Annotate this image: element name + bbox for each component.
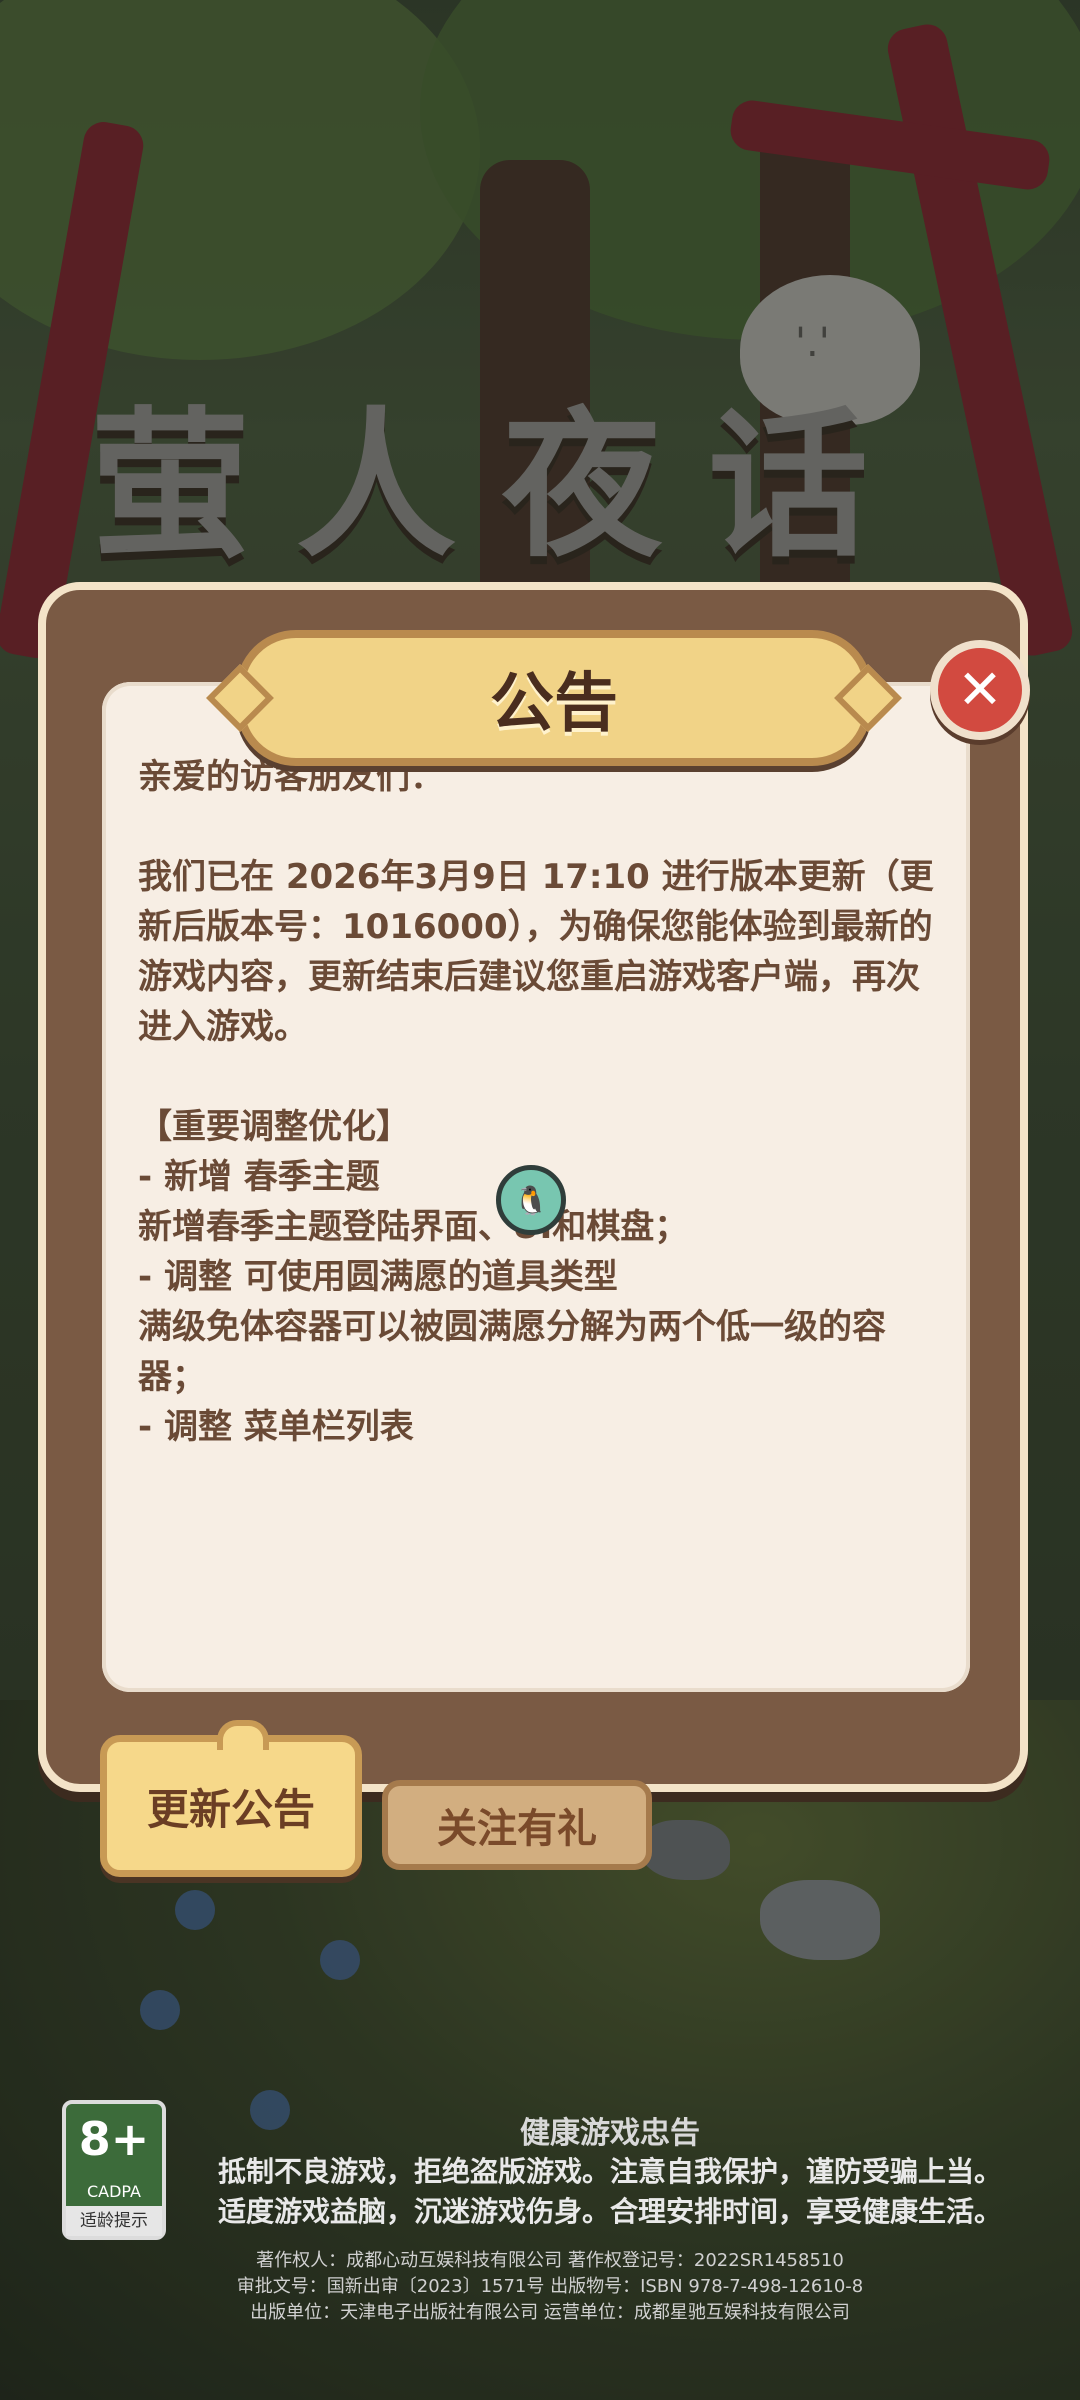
age-rating-label: 适龄提示 [66, 2206, 162, 2236]
credits-line: 出版单位：天津电子出版社有限公司 运营单位：成都星驰互娱科技有限公司 [250, 2302, 850, 2323]
health-advice-heading: 健康游戏忠告 [520, 2116, 700, 2151]
close-icon: ✕ [957, 658, 1003, 721]
tab-follow-reward[interactable]: 关注有礼 [382, 1780, 652, 1870]
announcement-text: 亲爱的访客朋友们： 我们已在 2026年3月9日 17:10 进行版本更新（更新… [138, 757, 934, 1447]
tab-label: 更新公告 [146, 1784, 315, 1834]
credits-line: 著作权人：成都心动互娱科技有限公司 著作权登记号：2022SR1458510 [256, 2250, 844, 2271]
tab-label: 关注有礼 [437, 1806, 597, 1852]
publisher-credits: 著作权人：成都心动互娱科技有限公司 著作权登记号：2022SR1458510 审… [150, 2248, 950, 2326]
health-advice: 健康游戏忠告 抵制不良游戏，拒绝盗版游戏。注意自我保护，谨防受骗上当。 适度游戏… [170, 2108, 1050, 2232]
dialog-title: 公告 [490, 667, 618, 741]
credits-line: 审批文号：国新出审〔2023〕1571号 出版物号：ISBN 978-7-498… [236, 2276, 864, 2297]
health-advice-line: 适度游戏益脑，沉迷游戏伤身。合理安排时间，享受健康生活。 [217, 2195, 1002, 2228]
health-advice-line: 抵制不良游戏，拒绝盗版游戏。注意自我保护，谨防受骗上当。 [217, 2155, 1002, 2188]
dialog-title-plate: 公告 [236, 630, 872, 766]
penguin-badge-icon: 🐧 [496, 1165, 566, 1235]
close-button[interactable]: ✕ [930, 640, 1030, 740]
age-rating-org: CADPA [86, 2182, 141, 2201]
tab-update-notice[interactable]: 更新公告 [100, 1720, 362, 1877]
age-rating-badge[interactable]: 8+ CADPA 适龄提示 [62, 2100, 166, 2240]
age-rating-value: 8+ [78, 2112, 150, 2166]
